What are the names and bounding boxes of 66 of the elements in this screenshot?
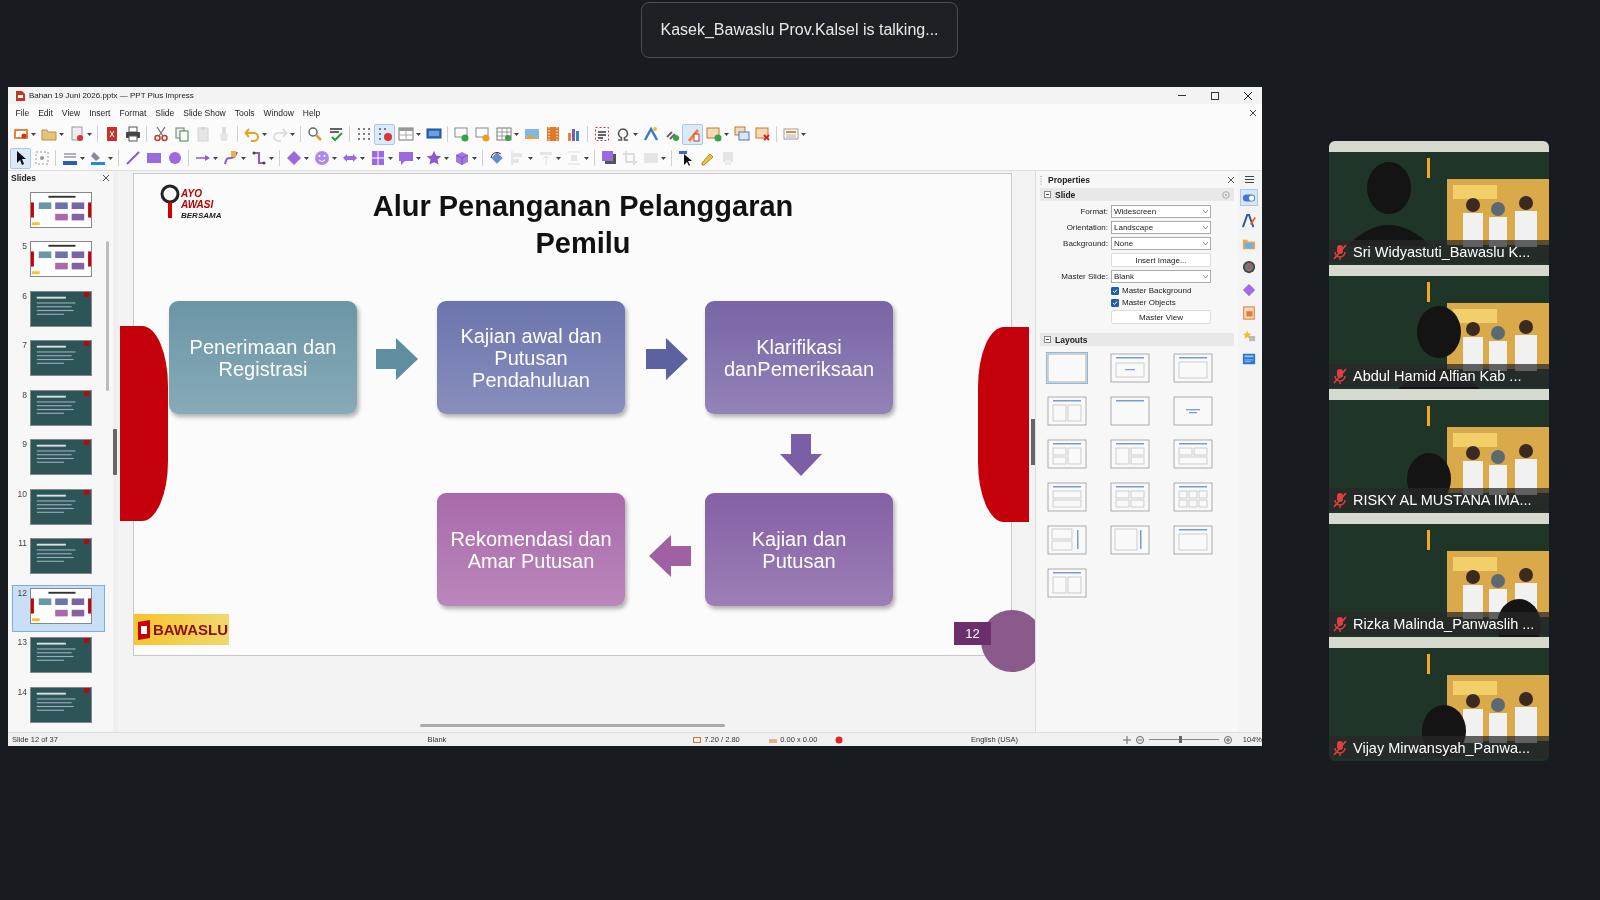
slide-number: 9 (22, 439, 27, 450)
process-step: Kajian dan Putusan (705, 493, 893, 606)
slide-list-item[interactable]: 8 (12, 386, 105, 435)
logo-text: AWASI (181, 199, 215, 210)
dropdown-field[interactable]: Widescreen (1111, 205, 1211, 218)
window-title: Bahan 19 Juni 2026.pptx — PPT Plus Impress (29, 91, 195, 100)
slide-list-item[interactable]: 12 (12, 584, 105, 633)
field-label: Master Slide: (1060, 272, 1108, 281)
slide-number: 6 (22, 290, 27, 301)
process-step: Klarifikasi danPemeriksaan (705, 301, 893, 414)
slide-list-item[interactable]: 7 (12, 337, 105, 385)
dropdown-field[interactable]: Blank (1111, 270, 1211, 283)
logo-text: BERSAMA (181, 210, 222, 221)
section-title: Layouts (1055, 334, 1089, 345)
section-header[interactable]: Layouts (1040, 333, 1234, 346)
slide-number: 7 (22, 340, 27, 351)
slide-number: 13 (17, 637, 27, 648)
menu-item[interactable]: View (57, 108, 85, 118)
menu-item[interactable]: Insert (84, 108, 115, 118)
checkbox-label[interactable]: Master Objects (1122, 298, 1176, 307)
menu-item[interactable]: Tools (230, 108, 260, 118)
process-step: Kajian awal dan Putusan Pendahuluan (437, 301, 625, 414)
slide-list-item[interactable]: 5 (12, 238, 105, 286)
speaker-notification: Kasek_Bawaslu Prov.Kalsel is talking... (641, 2, 958, 58)
menu-item[interactable]: Window (259, 108, 299, 118)
section-title: Slide (1055, 189, 1077, 200)
menu-item[interactable]: Format (114, 108, 151, 118)
field-label: Orientation: (1065, 223, 1108, 232)
dropdown-field[interactable]: None (1111, 237, 1211, 250)
menu-item[interactable]: Slide Show (178, 108, 231, 118)
slide-number: 10 (17, 488, 27, 499)
process-step: Penerimaan dan Registrasi (169, 301, 357, 414)
field-label: Format: (1079, 207, 1108, 216)
participant-name: Vijay Mirwansyah_Panwa... (1353, 739, 1531, 756)
slide-list-item[interactable]: 9 (12, 436, 105, 484)
slide-list-item[interactable]: 11 (12, 535, 105, 583)
panel-title: Slides (11, 172, 37, 183)
slide-number: 8 (22, 389, 27, 400)
menu-item[interactable]: File (11, 108, 34, 118)
logo-text: AYO (181, 188, 203, 199)
menu-item[interactable]: Edit (33, 108, 58, 118)
slide-number: 11 (18, 538, 27, 549)
slide-list-item[interactable]: 6 (12, 287, 105, 336)
participant-name: RISKY AL MUSTANA IMA... (1353, 491, 1532, 508)
slide-title: Alur Penanganan Pelanggaran Pemilu (371, 189, 795, 261)
participant-name: Abdul Hamid Alfian Kab ... (1353, 367, 1522, 384)
slide-list-item[interactable]: 14 (12, 683, 105, 731)
section-header[interactable]: Slide (1040, 188, 1234, 201)
slide-number: 5 (22, 241, 27, 252)
checkbox-label[interactable]: Master Background (1122, 286, 1192, 295)
slide-list-item[interactable]: 13 (12, 634, 105, 682)
participant-name: Sri Widyastuti_Bawaslu K... (1353, 243, 1531, 260)
dropdown-field[interactable]: Landscape (1111, 221, 1211, 234)
participant-name: Rizka Malinda_Panwaslih ... (1353, 615, 1535, 632)
menu-item[interactable]: Help (298, 108, 325, 118)
slide-number: 12 (17, 587, 27, 598)
menu-item[interactable]: Slide (150, 108, 179, 118)
field-label: Background: (1062, 239, 1108, 248)
process-step: Rekomendasi dan Amar Putusan (437, 493, 625, 606)
panel-title: Properties (1048, 175, 1092, 185)
logo-text: BAWASLU (153, 621, 228, 638)
panel-button[interactable]: Insert Image... (1111, 253, 1211, 267)
slide-list-item[interactable]: 10 (12, 485, 105, 534)
slide-number: 14 (17, 686, 27, 697)
page-number: 12 (954, 622, 991, 645)
panel-button[interactable]: Master View (1111, 310, 1211, 324)
